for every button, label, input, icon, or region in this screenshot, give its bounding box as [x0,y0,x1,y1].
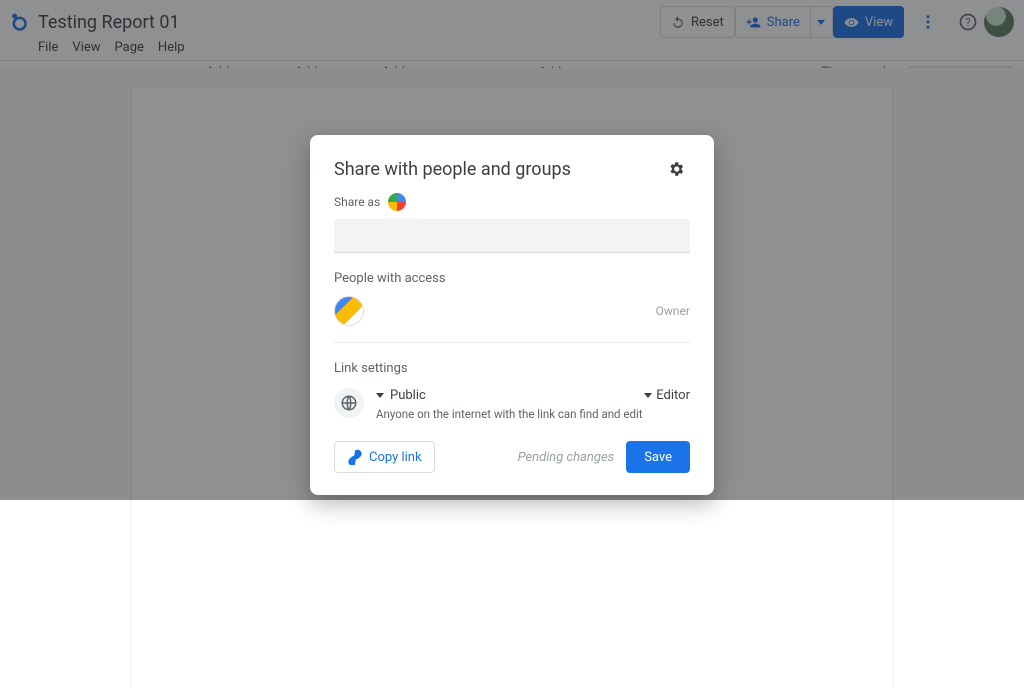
share-as-row: Share as [334,193,690,211]
permission-dropdown[interactable]: Editor [644,388,690,403]
modal-overlay[interactable]: Share with people and groups Share as Pe… [0,0,1024,500]
link-settings-label: Link settings [334,361,690,376]
dialog-header: Share with people and groups [334,155,690,183]
permission-value: Editor [656,388,690,403]
save-button[interactable]: Save [626,441,690,473]
globe-icon [340,394,358,412]
people-with-access-label: People with access [334,271,690,286]
link-icon [347,449,363,465]
copy-link-button[interactable]: Copy link [334,441,435,473]
dialog-title: Share with people and groups [334,159,571,180]
copy-link-label: Copy link [369,450,422,465]
link-mid: Public Anyone on the internet with the l… [376,388,644,421]
access-row-owner: Owner [334,296,690,326]
share-dialog: Share with people and groups Share as Pe… [310,135,714,495]
visibility-value: Public [390,388,426,403]
owner-role: Owner [656,304,690,318]
share-settings-button[interactable] [662,155,690,183]
visibility-description: Anyone on the internet with the link can… [376,407,644,421]
chevron-down-icon [376,393,384,398]
save-label: Save [644,450,672,465]
divider [334,342,690,343]
link-settings-row: Public Anyone on the internet with the l… [334,388,690,421]
gear-icon [667,160,685,178]
pending-changes-label: Pending changes [518,450,615,465]
share-as-label: Share as [334,195,380,209]
owner-avatar[interactable] [334,296,364,326]
chevron-down-icon [644,393,652,398]
visibility-badge [334,388,364,418]
visibility-dropdown[interactable]: Public [376,388,644,403]
share-as-avatar[interactable] [388,193,406,211]
add-people-input[interactable] [334,219,690,253]
dialog-footer: Copy link Pending changes Save [334,441,690,473]
